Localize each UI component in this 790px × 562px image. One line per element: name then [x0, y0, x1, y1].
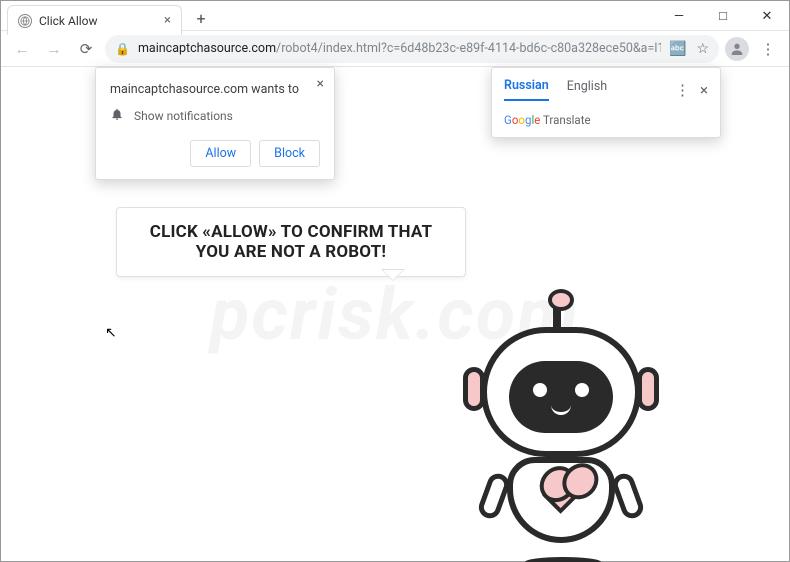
new-tab-button[interactable]: +: [188, 5, 214, 31]
window-controls: — □ ✕: [657, 1, 789, 31]
bell-icon: [110, 107, 124, 124]
window-close-button[interactable]: ✕: [745, 1, 789, 31]
minimize-button[interactable]: —: [657, 1, 701, 31]
toolbar: ← → ⟳ 🔒 maincaptchasource.com/robot4/ind…: [1, 31, 789, 67]
translate-tab-english[interactable]: English: [567, 79, 607, 100]
kebab-icon[interactable]: ⋮: [675, 81, 690, 99]
speech-bubble: CLICK «ALLOW» TO CONFIRM THAT YOU ARE NO…: [116, 207, 466, 277]
maximize-button[interactable]: □: [701, 1, 745, 31]
cursor-icon: ↖: [105, 325, 117, 341]
translate-label: Google Google TranslateTranslate: [504, 113, 708, 127]
translate-icon[interactable]: 🔤: [669, 41, 686, 57]
permission-description: Show notifications: [134, 109, 233, 123]
close-icon[interactable]: ×: [317, 76, 324, 92]
permission-line: Show notifications: [110, 107, 320, 124]
back-button[interactable]: ←: [9, 36, 35, 62]
reload-button[interactable]: ⟳: [73, 36, 99, 62]
forward-button[interactable]: →: [41, 36, 67, 62]
globe-icon: [18, 14, 32, 28]
close-icon[interactable]: ×: [700, 81, 708, 99]
lock-icon: 🔒: [115, 42, 130, 56]
url-text: maincaptchasource.com/robot4/index.html?…: [138, 41, 661, 56]
titlebar: Click Allow × + — □ ✕: [1, 1, 789, 31]
headline: CLICK «ALLOW» TO CONFIRM THAT YOU ARE NO…: [133, 222, 449, 262]
address-bar[interactable]: 🔒 maincaptchasource.com/robot4/index.htm…: [105, 35, 719, 63]
page-content: pcrisk.com × maincaptchasource.com wants…: [1, 67, 789, 561]
permission-site-text: maincaptchasource.com wants to: [110, 82, 320, 97]
robot-illustration: [421, 297, 701, 562]
translate-popup: Russian English ⋮ × Google Google Transl…: [491, 67, 721, 138]
tab-close-icon[interactable]: ×: [164, 13, 171, 28]
browser-window: Click Allow × + — □ ✕ ← → ⟳ 🔒 maincaptch…: [0, 0, 790, 562]
allow-button[interactable]: Allow: [190, 140, 251, 167]
tab-title: Click Allow: [39, 14, 157, 28]
translate-tab-russian[interactable]: Russian: [504, 78, 549, 101]
bookmark-icon[interactable]: ☆: [696, 41, 709, 57]
profile-avatar[interactable]: [725, 37, 749, 61]
block-button[interactable]: Block: [259, 140, 320, 167]
notification-permission-prompt: × maincaptchasource.com wants to Show no…: [95, 67, 335, 180]
menu-button[interactable]: ⋮: [755, 36, 781, 62]
